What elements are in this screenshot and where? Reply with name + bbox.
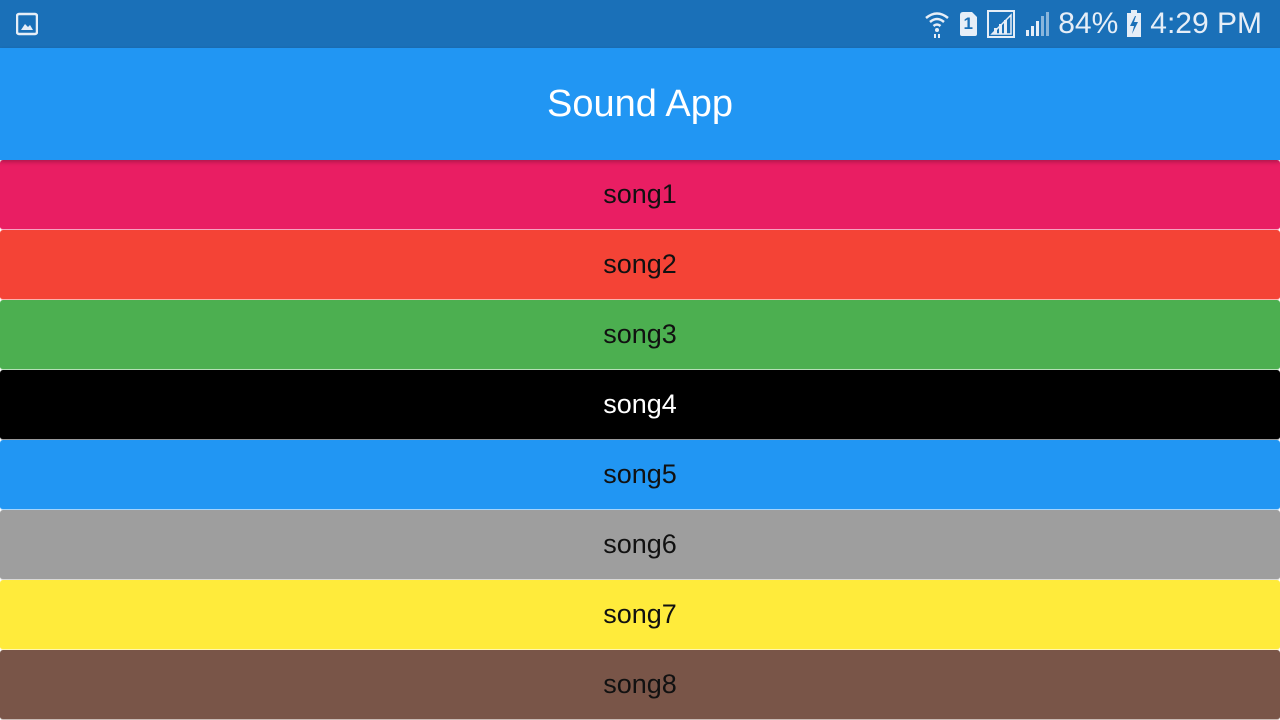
song-button-8[interactable]: song8	[0, 650, 1280, 720]
song-button-6[interactable]: song6	[0, 510, 1280, 580]
wifi-icon	[924, 10, 950, 38]
signal-icon	[1024, 10, 1050, 38]
song-button-3[interactable]: song3	[0, 300, 1280, 370]
signal-icon	[986, 9, 1016, 39]
song-button-7[interactable]: song7	[0, 580, 1280, 650]
status-indicators: 1 84% 4:29 PM	[924, 0, 1262, 48]
song-label: song8	[603, 669, 677, 699]
song-label: song2	[603, 249, 677, 279]
sim-icon: 1	[958, 11, 978, 37]
song-button-4[interactable]: song4	[0, 370, 1280, 440]
song-button-5[interactable]: song5	[0, 440, 1280, 510]
app-bar: Sound App	[0, 48, 1280, 160]
clock: 4:29 PM	[1150, 7, 1262, 40]
song-label: song6	[603, 529, 677, 559]
song-button-2[interactable]: song2	[0, 230, 1280, 300]
sim-slot-number: 1	[963, 14, 973, 33]
song-list: song1 song2 song3 song4 song5 song6 song7 song8	[0, 160, 1280, 720]
song-label: song7	[603, 599, 677, 629]
song-button-1[interactable]: song1	[0, 160, 1280, 230]
song-label: song3	[603, 319, 677, 349]
image-icon	[15, 12, 39, 36]
app-title: Sound App	[547, 82, 733, 125]
song-label: song5	[603, 459, 677, 489]
song-label: song1	[603, 179, 677, 209]
song-label: song4	[603, 389, 677, 419]
battery-percent: 84%	[1058, 7, 1119, 40]
battery-charging-icon	[1126, 10, 1142, 38]
status-bar: 1 84% 4:29 PM	[0, 0, 1280, 48]
